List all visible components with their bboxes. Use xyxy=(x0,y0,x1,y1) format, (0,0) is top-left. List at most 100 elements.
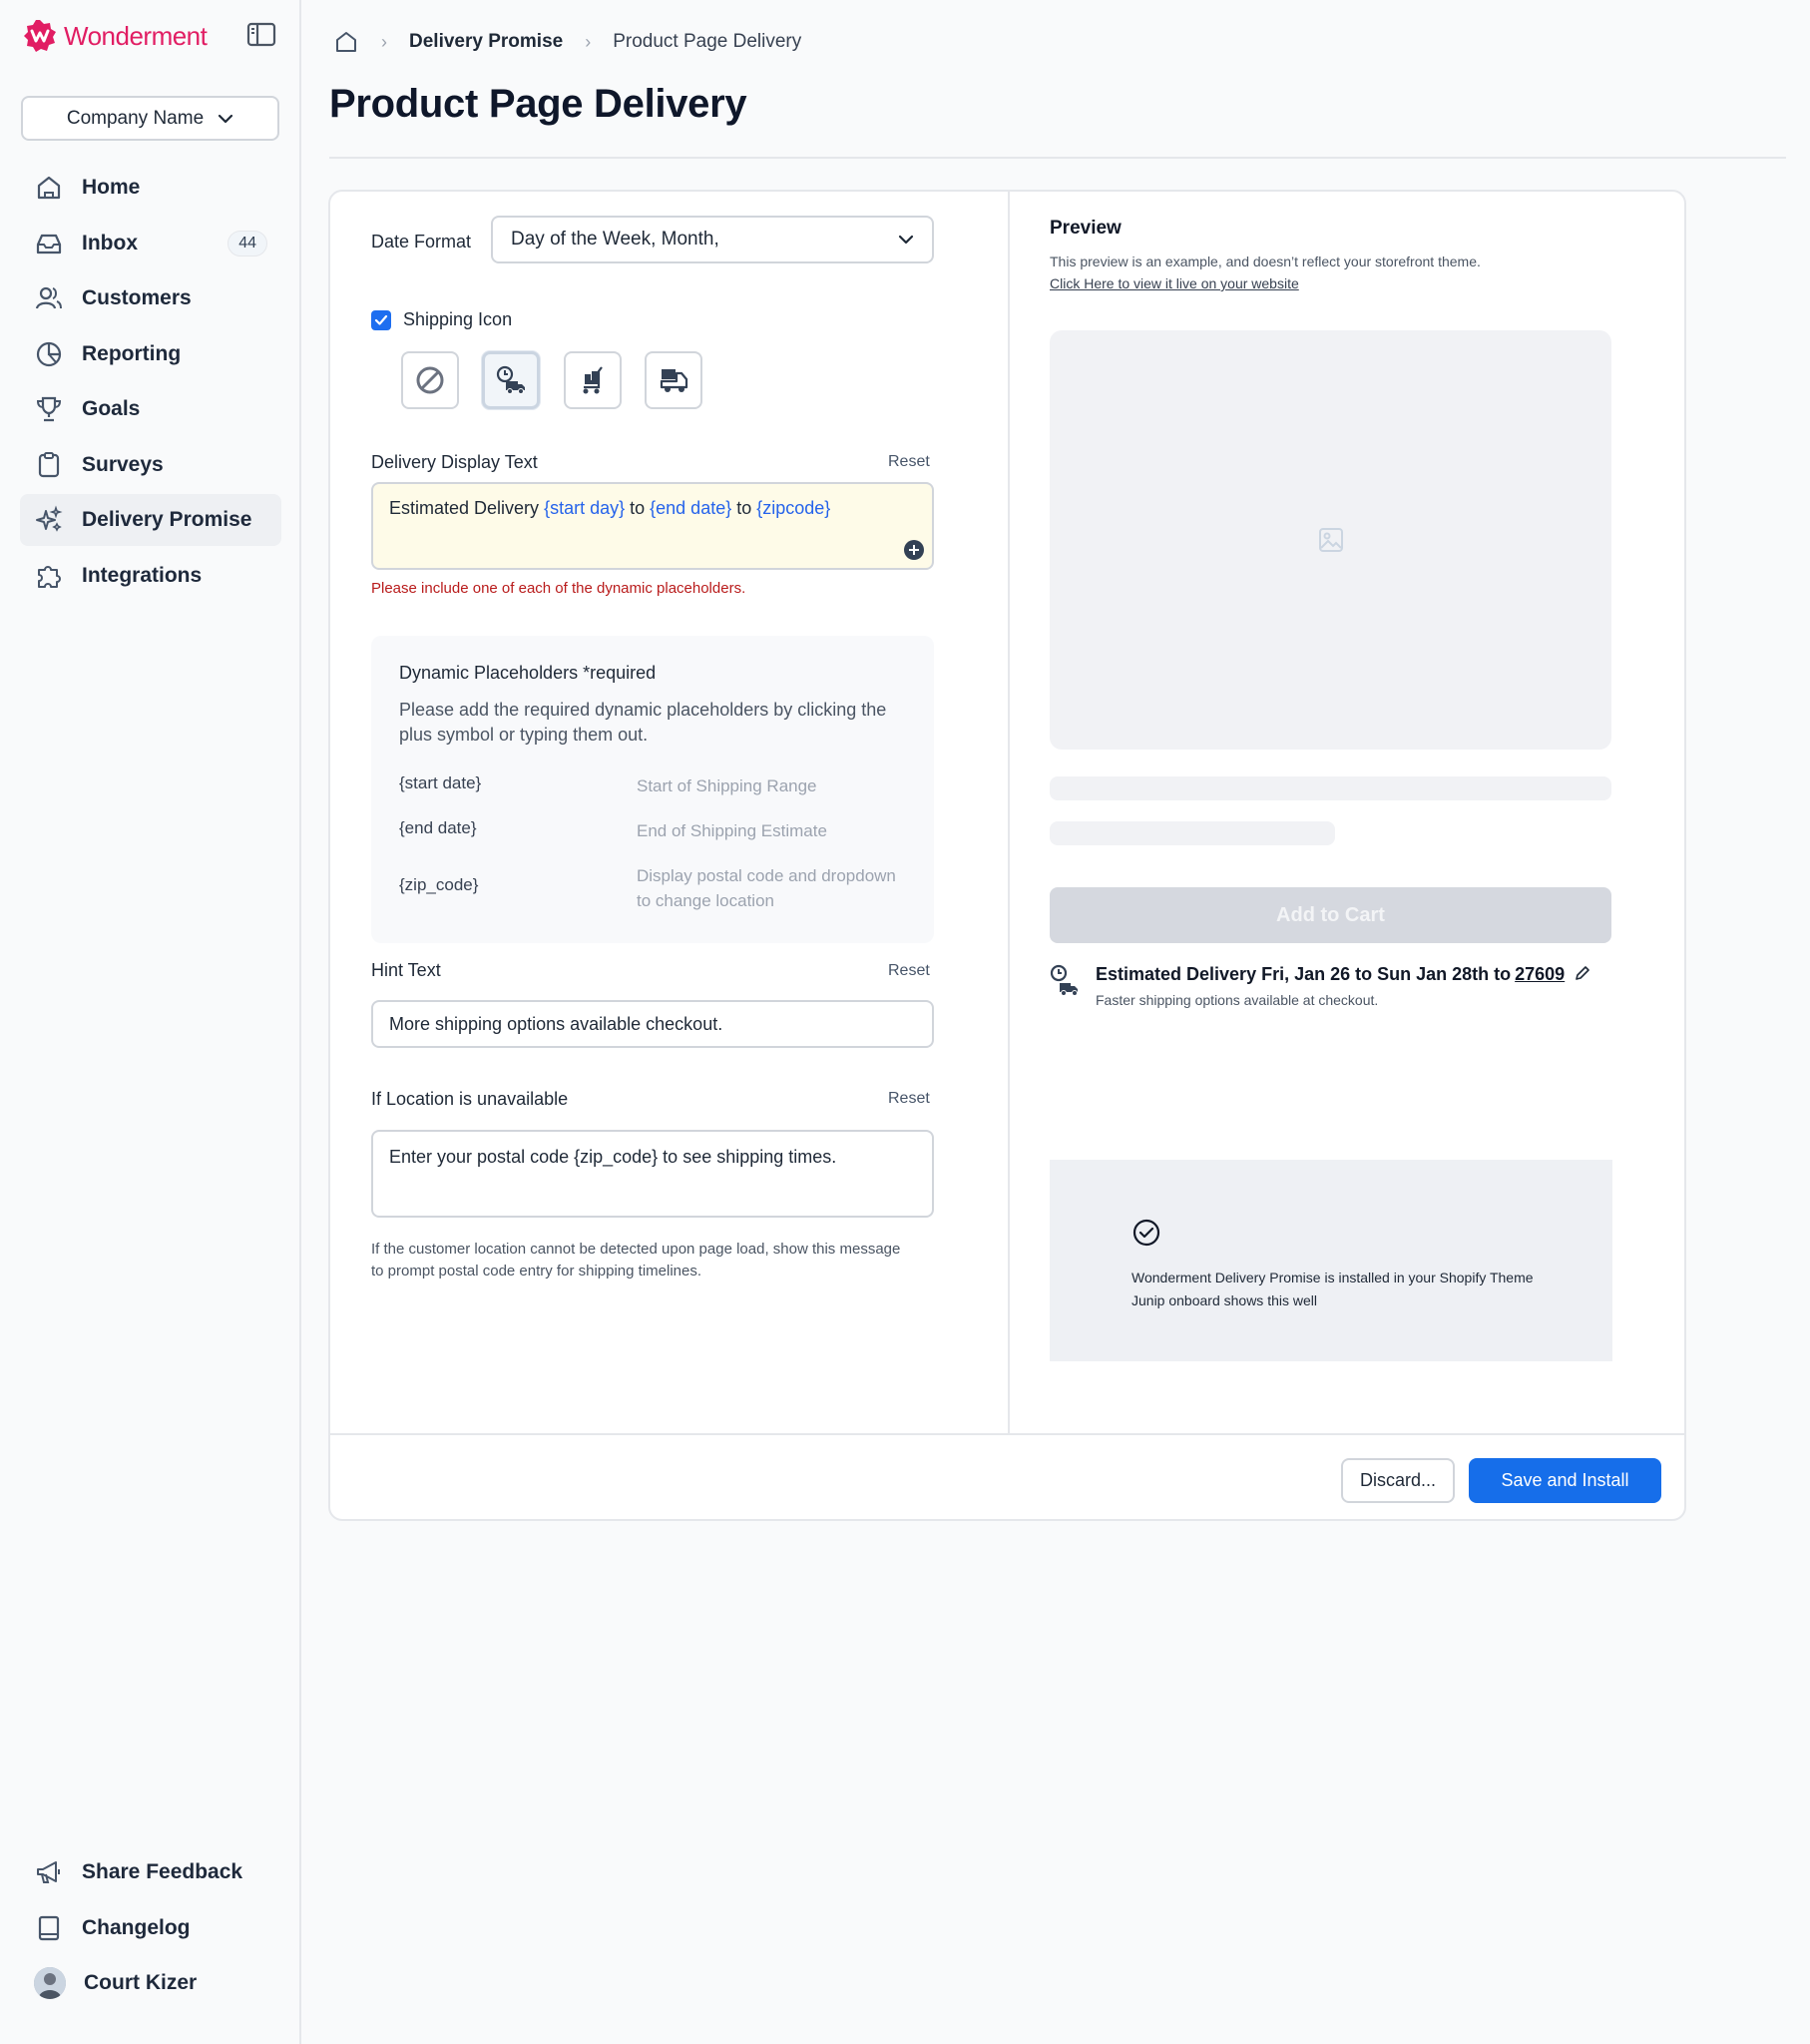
sidebar-item-changelog[interactable]: Changelog xyxy=(20,1902,281,1954)
sidebar-item-label: Customers xyxy=(82,286,192,309)
company-select[interactable]: Company Name xyxy=(21,96,279,141)
chevron-down-icon xyxy=(219,114,233,123)
sidebar-item-home[interactable]: Home xyxy=(20,162,281,214)
placeholder-key: {zip_code} xyxy=(399,875,479,894)
location-unavailable-label: If Location is unavailable xyxy=(371,1089,569,1109)
preview-zip-code[interactable]: 27609 xyxy=(1515,964,1565,984)
display-text-label: Delivery Display Text xyxy=(371,452,538,472)
placeholder-desc: Start of Shipping Range xyxy=(637,776,817,795)
no-icon-icon xyxy=(416,366,444,394)
placeholder-key: {end date} xyxy=(399,818,477,837)
sidebar-item-surveys[interactable]: Surveys xyxy=(20,439,281,491)
sidebar-item-label: Court Kizer xyxy=(84,1971,198,1994)
placeholder-token: {end date} xyxy=(650,498,732,518)
location-unavailable-value: Enter your postal code {zip_code} to see… xyxy=(389,1147,837,1167)
sidebar-toggle-icon[interactable] xyxy=(245,20,277,50)
brand-name: Wonderment xyxy=(64,20,208,51)
add-placeholder-button[interactable] xyxy=(904,540,924,560)
sidebar-item-label: Inbox xyxy=(82,231,138,255)
company-select-label: Company Name xyxy=(66,107,205,129)
shipping-icon-option-truck-box[interactable] xyxy=(645,351,702,409)
breadcrumb: › Delivery Promise › Product Page Delive… xyxy=(333,26,801,58)
location-help-text: If the customer location cannot be detec… xyxy=(371,1241,901,1279)
clipboard-icon xyxy=(38,451,60,477)
sidebar-item-customers[interactable]: Customers xyxy=(20,272,281,324)
sidebar-item-label: Home xyxy=(82,176,141,199)
megaphone-icon xyxy=(37,1861,60,1883)
display-text-error: Please include one of each of the dynami… xyxy=(371,580,746,597)
sidebar-item-profile[interactable]: Court Kizer xyxy=(20,1957,281,2009)
sidebar-nav: Home Inbox 44 Customers Reporting Goals xyxy=(20,162,281,605)
sidebar-item-label: Delivery Promise xyxy=(82,508,252,531)
chevron-right-icon: › xyxy=(381,31,387,52)
home-icon[interactable] xyxy=(333,29,359,55)
date-format-label: Date Format xyxy=(371,232,472,252)
home-icon xyxy=(37,176,61,200)
discard-button[interactable]: Discard... xyxy=(1341,1458,1455,1503)
settings-card: Date Format Day of the Week, Month, Ship… xyxy=(328,190,1686,1521)
inbox-count-badge: 44 xyxy=(227,230,267,256)
placeholder-token: {zipcode} xyxy=(756,498,831,518)
location-reset-button[interactable]: Reset xyxy=(888,1090,930,1108)
display-text-segment: to xyxy=(625,498,651,518)
sparkles-icon xyxy=(36,505,63,532)
install-status-well: Wonderment Delivery Promise is installed… xyxy=(1050,1160,1612,1361)
breadcrumb-link-delivery-promise[interactable]: Delivery Promise xyxy=(409,31,563,53)
puzzle-icon xyxy=(38,565,61,588)
placeholder-desc: End of Shipping Estimate xyxy=(637,821,827,840)
sidebar-item-goals[interactable]: Goals xyxy=(20,383,281,435)
plus-icon xyxy=(909,545,919,555)
chevron-down-icon xyxy=(898,235,914,245)
install-status-text: Wonderment Delivery Promise is installed… xyxy=(1131,1270,1534,1285)
view-live-link[interactable]: Click Here to view it live on your websi… xyxy=(1050,275,1299,291)
sidebar-item-inbox[interactable]: Inbox 44 xyxy=(20,218,281,269)
wonderment-logo-icon xyxy=(24,20,56,52)
check-icon xyxy=(374,314,388,325)
shipping-icon-option-none[interactable] xyxy=(401,351,459,409)
location-unavailable-input[interactable]: Enter your postal code {zip_code} to see… xyxy=(371,1130,934,1218)
column-divider xyxy=(1008,192,1010,1433)
card-footer-divider xyxy=(330,1433,1684,1435)
shipping-icon-option-cart[interactable] xyxy=(564,351,622,409)
brand[interactable]: Wonderment xyxy=(22,16,208,56)
hint-text-reset-button[interactable]: Reset xyxy=(888,962,930,980)
sidebar-item-integrations[interactable]: Integrations xyxy=(20,550,281,602)
image-icon xyxy=(1318,528,1343,552)
preview-image-placeholder xyxy=(1050,330,1611,750)
preview-skeleton-line xyxy=(1050,776,1611,800)
chevron-right-icon: › xyxy=(585,31,592,52)
display-text-input[interactable]: Estimated Delivery {start day} to {end d… xyxy=(371,482,934,570)
pie-chart-icon xyxy=(36,341,62,366)
display-text-segment: Estimated Delivery xyxy=(389,498,545,518)
date-format-value: Day of the Week, Month, xyxy=(511,229,719,250)
users-icon xyxy=(35,286,62,309)
hint-text-value: More shipping options available checkout… xyxy=(389,1013,723,1034)
avatar xyxy=(34,1967,66,1999)
install-status-subtext: Junip onboard shows this well xyxy=(1131,1292,1317,1308)
shipping-icon-option-clock-truck[interactable] xyxy=(482,351,540,409)
cart-icon xyxy=(583,366,603,394)
save-and-install-button[interactable]: Save and Install xyxy=(1469,1458,1661,1503)
add-to-cart-label: Add to Cart xyxy=(1276,903,1385,926)
pencil-icon[interactable] xyxy=(1574,964,1591,982)
discard-button-label: Discard... xyxy=(1359,1470,1437,1490)
title-divider xyxy=(329,157,1786,159)
date-format-select[interactable]: Day of the Week, Month, xyxy=(491,216,934,263)
preview-estimate-label: Estimated Delivery Fri, Jan 26 to Sun Ja… xyxy=(1096,964,1512,984)
sidebar-item-share-feedback[interactable]: Share Feedback xyxy=(20,1846,281,1898)
hint-text-input[interactable]: More shipping options available checkout… xyxy=(371,1000,934,1048)
preview-estimate-subtext: Faster shipping options available at che… xyxy=(1096,992,1379,1008)
trophy-icon xyxy=(36,396,62,422)
check-circle-icon xyxy=(1132,1219,1160,1247)
book-icon xyxy=(38,1915,60,1940)
add-to-cart-button: Add to Cart xyxy=(1050,887,1611,943)
placeholder-key: {start date} xyxy=(399,773,482,792)
inbox-icon xyxy=(36,234,62,254)
sidebar-item-delivery-promise[interactable]: Delivery Promise xyxy=(20,494,281,546)
shipping-icon-checkbox[interactable] xyxy=(371,310,391,330)
display-text-reset-button[interactable]: Reset xyxy=(888,453,930,471)
sidebar-bottom-nav: Share Feedback Changelog Court Kizer xyxy=(20,1846,281,2013)
sidebar-item-label: Share Feedback xyxy=(82,1860,243,1883)
preview-title: Preview xyxy=(1050,218,1122,239)
sidebar-item-reporting[interactable]: Reporting xyxy=(20,328,281,380)
